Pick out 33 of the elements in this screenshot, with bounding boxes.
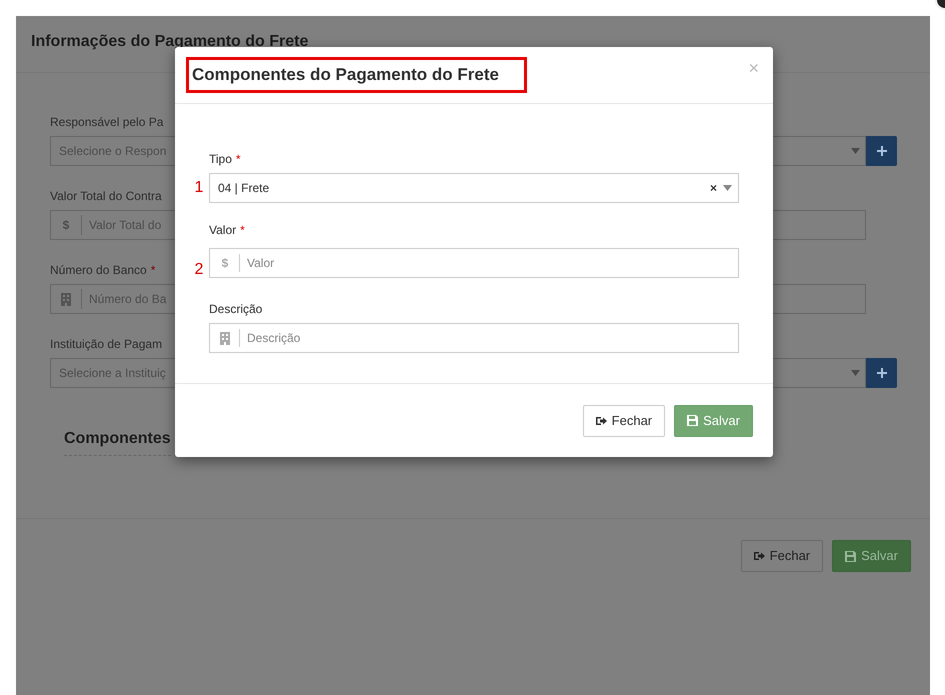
clear-button[interactable]: × bbox=[710, 179, 717, 197]
panel-title: Informações do Pagamento do Frete bbox=[31, 32, 308, 52]
add-button[interactable] bbox=[866, 358, 897, 388]
caret-icon bbox=[851, 370, 860, 376]
exit-icon bbox=[754, 551, 765, 561]
required-mark: * bbox=[150, 262, 156, 279]
plus-icon bbox=[876, 146, 886, 156]
required-mark: * bbox=[236, 151, 241, 168]
plus-icon bbox=[876, 368, 886, 378]
field-label: Responsável pelo Pa bbox=[50, 114, 164, 131]
building-icon bbox=[61, 292, 71, 306]
field-label: Descrição bbox=[209, 301, 262, 318]
save-button[interactable]: Salvar bbox=[674, 404, 753, 436]
caret-icon bbox=[851, 148, 860, 154]
close-button[interactable]: Fechar bbox=[740, 540, 824, 572]
field-label: Valor Total do Contra bbox=[50, 188, 162, 205]
step-number: 2 bbox=[194, 260, 204, 280]
required-mark: * bbox=[240, 222, 245, 239]
step-number: 1 bbox=[194, 178, 204, 198]
save-button[interactable]: Salvar bbox=[832, 540, 911, 572]
save-icon bbox=[845, 550, 856, 562]
select-field[interactable]: 04 | Frete × bbox=[209, 173, 739, 203]
section-title: Componentes bbox=[64, 427, 171, 456]
exit-icon bbox=[596, 416, 607, 426]
caret-icon bbox=[723, 185, 732, 191]
save-icon bbox=[687, 415, 698, 426]
close-button[interactable]: Fechar bbox=[582, 404, 666, 436]
field-label: Instituição de Pagam bbox=[50, 336, 162, 353]
field-label: Tipo bbox=[209, 151, 232, 168]
add-button[interactable] bbox=[866, 136, 897, 166]
field-label: Valor bbox=[209, 222, 236, 239]
field-label: Número do Banco bbox=[50, 262, 147, 279]
modal-title: Componentes do Pagamento do Frete bbox=[192, 64, 499, 84]
